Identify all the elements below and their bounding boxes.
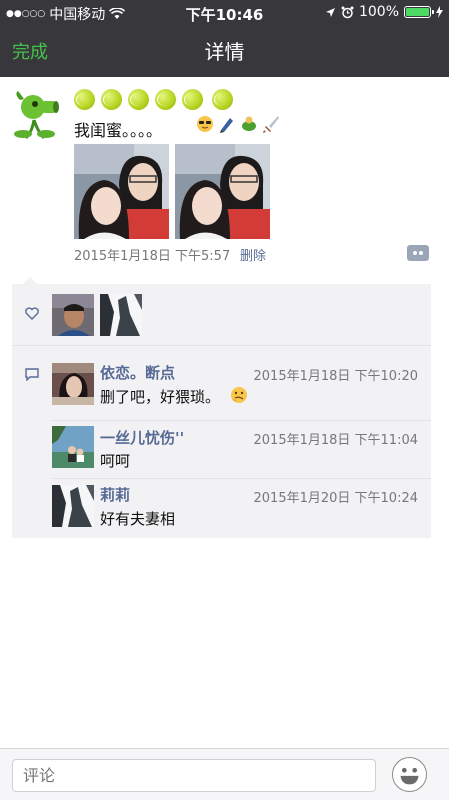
- comment-text: 呵呵: [100, 452, 131, 470]
- more-icon[interactable]: [407, 245, 429, 261]
- comment-divider: [52, 478, 431, 479]
- like-avatar[interactable]: [100, 294, 142, 336]
- post-date: 2015年1月18日 下午5:57: [74, 249, 231, 264]
- post-photo-1[interactable]: [74, 144, 169, 239]
- turtle-emoji-icon: [242, 116, 256, 131]
- battery-icon: [404, 6, 434, 18]
- post-emoji-group: [196, 115, 280, 133]
- sunglasses-emoji-icon: [197, 116, 213, 132]
- comment-time: 2015年1月18日 下午11:04: [253, 433, 419, 448]
- status-bar: ●●○○○ 中国移动 下午10:46 100%: [0, 0, 449, 26]
- smiley-icon[interactable]: [392, 757, 427, 792]
- top-bar: ●●○○○ 中国移动 下午10:46 100% 完成 详情: [0, 0, 449, 77]
- thinking-emoji-icon: [231, 387, 247, 403]
- tennis-ball-icon: [155, 89, 176, 110]
- poster-avatar[interactable]: [12, 90, 62, 140]
- charging-icon: [436, 6, 443, 18]
- tennis-ball-icon: [101, 89, 122, 110]
- pen-emoji-icon: [220, 118, 233, 133]
- sword-emoji-icon: [263, 116, 279, 133]
- like-avatar[interactable]: [52, 294, 94, 336]
- comment-author[interactable]: 依恋。断点: [100, 362, 175, 383]
- comment-time: 2015年1月20日 下午10:24: [253, 491, 419, 506]
- tennis-ball-icon: [74, 89, 95, 110]
- heart-icon: [25, 307, 39, 320]
- comment-text: 好有夫妻相: [100, 510, 176, 528]
- delete-link[interactable]: 删除: [240, 245, 266, 264]
- comment-divider: [52, 420, 431, 421]
- commenter-avatar[interactable]: [52, 363, 94, 405]
- emoji-row: [74, 89, 233, 110]
- comment-author[interactable]: 一丝儿忧伤'': [100, 427, 184, 448]
- tennis-ball-icon: [212, 89, 233, 110]
- commenter-avatar[interactable]: [52, 485, 94, 527]
- comment-input[interactable]: [12, 759, 376, 792]
- likes-row: [12, 284, 431, 346]
- interaction-panel: 依恋。断点 2015年1月18日 下午10:20 删了吧，好猥琐。 一丝儿忧伤'…: [12, 284, 431, 538]
- page-title: 详情: [204, 40, 245, 64]
- tennis-ball-icon: [128, 89, 149, 110]
- post-text: 我闺蜜。。。。: [74, 121, 163, 140]
- battery-percent: 100%: [358, 4, 399, 20]
- location-icon: [325, 7, 335, 17]
- comment-author[interactable]: 莉莉: [100, 484, 130, 505]
- bottom-bar: [0, 748, 449, 800]
- comment-text: 删了吧，好猥琐。: [100, 388, 221, 406]
- comment-time: 2015年1月18日 下午10:20: [253, 369, 419, 384]
- post-photo-2[interactable]: [175, 144, 270, 239]
- commenter-avatar[interactable]: [52, 426, 94, 468]
- comment-icon: [25, 368, 39, 381]
- tennis-ball-icon: [182, 89, 203, 110]
- alarm-icon: [341, 6, 354, 18]
